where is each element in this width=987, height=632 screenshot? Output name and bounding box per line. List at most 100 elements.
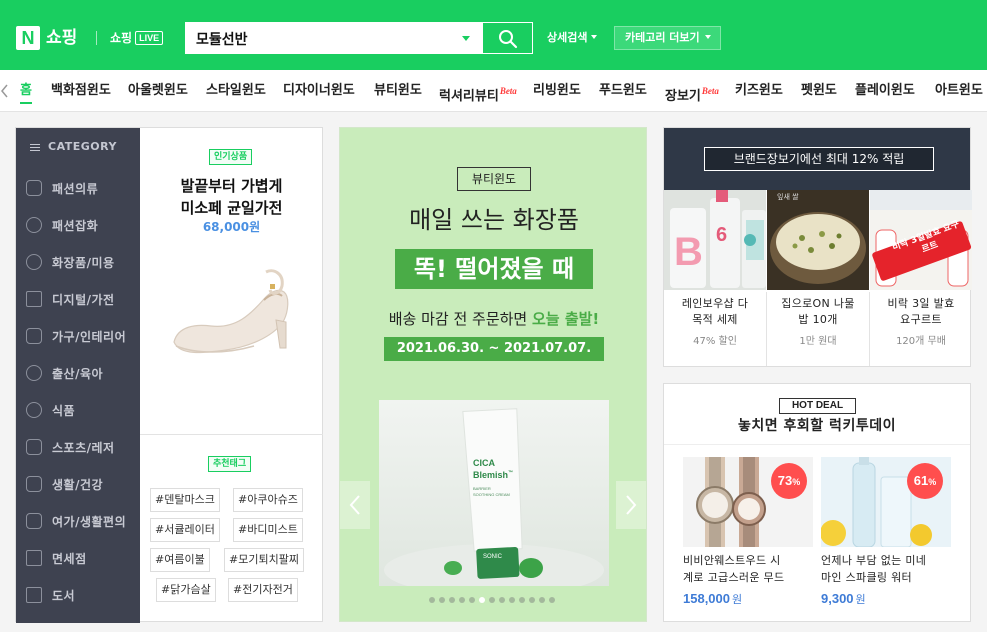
price-currency: 원 bbox=[855, 593, 866, 606]
pagination-dot[interactable] bbox=[509, 597, 515, 603]
pagination-dot[interactable] bbox=[539, 597, 545, 603]
svg-text:B: B bbox=[674, 230, 703, 274]
nav-tab-designer[interactable]: 디자이너윈도 bbox=[283, 82, 355, 100]
category-item-cosmetics[interactable]: 화장품/미용 bbox=[26, 253, 115, 273]
duck-icon bbox=[26, 365, 42, 381]
pagination-dot[interactable] bbox=[469, 597, 475, 603]
category-item-digital[interactable]: 디지털/가전 bbox=[26, 290, 115, 310]
hot-deal-item-name[interactable]: 언제나 부담 없는 미네 마인 스파클링 워터 bbox=[821, 552, 955, 586]
price-currency: 원 bbox=[732, 593, 743, 606]
tag-chip[interactable]: #모기퇴치팔찌 bbox=[224, 548, 304, 572]
featured-product-card[interactable]: 인기상품 발끝부터 가볍게 미소페 균일가전 68,000원 bbox=[140, 128, 323, 435]
product-cap-text: SONIC bbox=[483, 554, 503, 560]
brand-item-name[interactable]: 집으로ON 나물 밥 10개 bbox=[767, 296, 869, 328]
featured-title-line2: 미소페 균일가전 bbox=[180, 199, 283, 217]
pagination-dot[interactable] bbox=[529, 597, 535, 603]
shopping-live-label: 쇼핑 bbox=[110, 31, 133, 45]
nav-tab-grocery[interactable]: 장보기Beta bbox=[665, 82, 719, 106]
hot-deal-item-name[interactable]: 비비안웨스트우드 시 계로 고급스러운 무드 bbox=[683, 552, 817, 586]
nav-tab-luxury-beauty[interactable]: 럭셔리뷰티Beta bbox=[439, 82, 517, 106]
shopping-logo-text[interactable]: 쇼핑 bbox=[46, 26, 77, 50]
autocomplete-toggle-icon[interactable] bbox=[462, 36, 470, 41]
category-item-fashion-clothing[interactable]: 패션의류 bbox=[26, 179, 98, 199]
tag-chip[interactable]: #닭가슴살 bbox=[156, 578, 216, 602]
pagination-dot[interactable] bbox=[429, 597, 435, 603]
detergent-product-image[interactable]: B 6 bbox=[664, 190, 766, 290]
brand-item-name-line1: 집으로ON 나물 bbox=[781, 297, 855, 310]
hot-deal-divider bbox=[664, 444, 970, 445]
building-icon bbox=[26, 550, 42, 566]
brand-item-name[interactable]: 비락 3일 발효 요구르트 bbox=[870, 296, 972, 328]
nav-tab-home[interactable]: 홈 bbox=[20, 82, 32, 104]
advanced-search-button[interactable]: 상세검색 bbox=[547, 30, 598, 46]
tag-chip[interactable]: #서큘레이터 bbox=[150, 518, 220, 542]
brand-item-name[interactable]: 레인보우샵 다 목적 세제 bbox=[664, 296, 766, 328]
discount-value: 73 bbox=[777, 473, 793, 488]
watch-product-image[interactable]: 73% bbox=[683, 457, 813, 547]
product-brand-text: CICA bbox=[473, 458, 495, 468]
discount-badge: 61% bbox=[907, 463, 943, 499]
shopping-live-link[interactable]: 쇼핑 LIVE bbox=[110, 30, 164, 46]
banner-prev-button[interactable] bbox=[340, 481, 370, 529]
pagination-dot[interactable] bbox=[479, 597, 485, 603]
hot-deal-panel: HOT DEAL 놓치면 후회할 럭키투데이 73% 비비안웨스트우드 시 계로 … bbox=[663, 383, 971, 622]
pagination-dot[interactable] bbox=[439, 597, 445, 603]
category-item-duty-free[interactable]: 면세점 bbox=[26, 549, 87, 569]
pagination-dot[interactable] bbox=[549, 597, 555, 603]
pagination-dot[interactable] bbox=[519, 597, 525, 603]
hot-deal-title[interactable]: 놓치면 후회할 럭키투데이 bbox=[664, 416, 970, 436]
nav-tab-living[interactable]: 리빙윈도 bbox=[533, 82, 581, 100]
search-input[interactable] bbox=[196, 28, 456, 50]
naver-logo-icon[interactable]: N bbox=[16, 26, 40, 50]
nav-tab-beauty[interactable]: 뷰티윈도 bbox=[374, 82, 422, 100]
nav-tab-art[interactable]: 아트윈도 bbox=[935, 82, 983, 100]
tag-chip[interactable]: #덴탈마스크 bbox=[150, 488, 220, 512]
sparkling-water-product-image[interactable]: 61% bbox=[821, 457, 951, 547]
menu-icon bbox=[30, 142, 40, 153]
yogurt-product-image[interactable]: 비락 3일발효 요구르트 bbox=[870, 190, 972, 290]
tag-chip[interactable]: #전기자전거 bbox=[228, 578, 298, 602]
featured-product-price: 68,000원 bbox=[202, 220, 261, 234]
brand-item-benefit: 47% 할인 bbox=[693, 336, 737, 347]
category-item-food[interactable]: 식품 bbox=[26, 401, 75, 421]
nav-tab-outlet[interactable]: 아울렛윈도 bbox=[128, 82, 188, 100]
pagination-dot[interactable] bbox=[489, 597, 495, 603]
detergent-number-text: 6 bbox=[716, 224, 728, 246]
nav-tab-kids[interactable]: 키즈윈도 bbox=[735, 82, 783, 100]
pagination-dot[interactable] bbox=[499, 597, 505, 603]
beauty-window-banner[interactable]: 뷰티윈도 매일 쓰는 화장품 똑! 떨어졌을 때 배송 마감 전 주문하면 오늘… bbox=[339, 127, 647, 622]
beta-badge: Beta bbox=[499, 86, 517, 96]
search-button[interactable] bbox=[483, 22, 533, 54]
brand-grocery-heading[interactable]: 브랜드장보기에선 최대 12% 적립 bbox=[704, 147, 934, 171]
tag-chip[interactable]: #여름이불 bbox=[150, 548, 210, 572]
category-item-baby[interactable]: 출산/육아 bbox=[26, 364, 103, 384]
category-item-label: 스포츠/레저 bbox=[52, 441, 115, 455]
nav-tab-style[interactable]: 스타일윈도 bbox=[206, 82, 266, 100]
tag-chip[interactable]: #바디미스트 bbox=[233, 518, 303, 542]
nav-prev-arrow-icon[interactable] bbox=[0, 84, 10, 98]
banner-next-button[interactable] bbox=[616, 481, 646, 529]
rice-bowl-illustration bbox=[770, 212, 866, 284]
tag-chip[interactable]: #아쿠아슈즈 bbox=[233, 488, 303, 512]
nav-tab-department[interactable]: 백화점윈도 bbox=[51, 82, 111, 100]
category-more-label: 카테고리 더보기 bbox=[625, 31, 700, 44]
pagination-dot[interactable] bbox=[459, 597, 465, 603]
category-item-label: 화장품/미용 bbox=[52, 256, 115, 270]
nav-tab-label: 장보기 bbox=[665, 89, 701, 104]
live-badge: LIVE bbox=[135, 31, 164, 45]
rice-product-image[interactable]: 잎새 쌀 bbox=[767, 190, 869, 290]
banner-label: 뷰티윈도 bbox=[457, 167, 531, 191]
category-item-books[interactable]: 도서 bbox=[26, 586, 75, 606]
pagination-dot[interactable] bbox=[449, 597, 455, 603]
detergent-bottles-illustration: B bbox=[670, 190, 766, 288]
nav-tab-play[interactable]: 플레이윈도 bbox=[855, 82, 915, 100]
category-item-leisure[interactable]: 여가/생활편의 bbox=[26, 512, 126, 532]
category-item-sports[interactable]: 스포츠/레저 bbox=[26, 438, 115, 458]
banner-title: 매일 쓰는 화장품 bbox=[409, 206, 579, 234]
category-item-fashion-goods[interactable]: 패션잡화 bbox=[26, 216, 98, 236]
nav-tab-food[interactable]: 푸드윈도 bbox=[599, 82, 647, 100]
category-more-button[interactable]: 카테고리 더보기 bbox=[614, 26, 721, 50]
category-item-health[interactable]: 생활/건강 bbox=[26, 475, 103, 495]
nav-tab-pet[interactable]: 펫윈도 bbox=[801, 82, 837, 100]
category-item-furniture[interactable]: 가구/인테리어 bbox=[26, 327, 126, 347]
